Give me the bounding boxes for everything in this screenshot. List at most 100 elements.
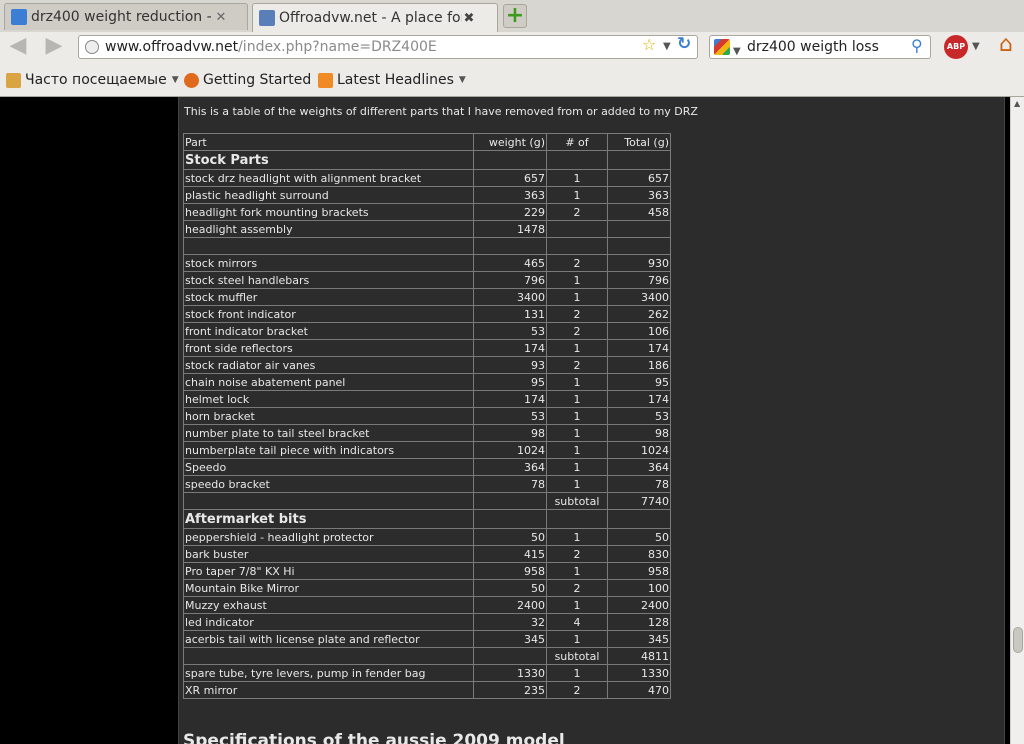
- bookmark-getting-started[interactable]: Getting Started: [184, 72, 311, 88]
- history-dropdown-icon[interactable]: ▼: [663, 41, 671, 52]
- total-cell: 95: [607, 373, 671, 391]
- part-cell: front side reflectors: [183, 339, 474, 357]
- table-header-row: Part weight (g) # of Total (g): [183, 133, 671, 151]
- table-row: Speedo 364 1 364: [183, 458, 671, 476]
- count-cell: subtotal: [546, 492, 608, 510]
- table-row: stock drz headlight with alignment brack…: [183, 169, 671, 187]
- bookmark-star-icon[interactable]: ☆: [642, 35, 656, 54]
- table-row: number plate to tail steel bracket 98 1 98: [183, 424, 671, 442]
- weight-cell: 3400: [473, 288, 547, 306]
- section-header-row: Stock Parts: [183, 150, 671, 170]
- total-cell: 262: [607, 305, 671, 323]
- bookmark-label: Latest Headlines: [337, 72, 454, 88]
- table-row: front indicator bracket 53 2 106: [183, 322, 671, 340]
- part-cell: acerbis tail with license plate and refl…: [183, 630, 474, 648]
- back-icon[interactable]: ◀: [6, 35, 30, 58]
- scroll-up-icon[interactable]: ▲: [1014, 99, 1020, 108]
- count-cell: 2: [546, 203, 608, 221]
- chevron-down-icon: ▼: [458, 75, 466, 85]
- search-icon[interactable]: ⚲: [911, 36, 931, 56]
- home-icon[interactable]: ⌂: [994, 34, 1018, 58]
- part-cell: Part: [183, 133, 474, 151]
- table-row: subtotal 4811: [183, 647, 671, 665]
- search-input[interactable]: ▼ drz400 weigth loss: [709, 35, 931, 59]
- rss-icon: [318, 72, 333, 88]
- table-row: front side reflectors 174 1 174: [183, 339, 671, 357]
- part-cell: Aftermarket bits: [183, 509, 474, 529]
- table-row: stock mirrors 465 2 930: [183, 254, 671, 272]
- vertical-scrollbar[interactable]: ▲: [1010, 97, 1024, 744]
- total-cell: 930: [607, 254, 671, 272]
- globe-icon: [85, 40, 99, 54]
- table-row: led indicator 32 4 128: [183, 613, 671, 631]
- weight-cell: 50: [473, 528, 547, 546]
- count-cell: 1: [546, 441, 608, 459]
- table-row: helmet lock 174 1 174: [183, 390, 671, 408]
- weight-cell: 2400: [473, 596, 547, 614]
- total-cell: 1330: [607, 664, 671, 682]
- bookmark-latest-headlines[interactable]: Latest Headlines ▼: [318, 72, 466, 88]
- count-cell: 1: [546, 339, 608, 357]
- table-row: XR mirror 235 2 470: [183, 681, 671, 699]
- close-icon[interactable]: ✕: [214, 10, 228, 25]
- forward-icon[interactable]: ▶: [42, 35, 66, 58]
- part-cell: chain noise abatement panel: [183, 373, 474, 391]
- part-cell: [183, 647, 474, 665]
- total-cell: 53: [607, 407, 671, 425]
- weight-cell: 657: [473, 169, 547, 187]
- new-tab-button[interactable]: +: [503, 4, 527, 28]
- table-row: acerbis tail with license plate and refl…: [183, 630, 671, 648]
- adblock-icon[interactable]: ABP: [944, 35, 968, 59]
- weight-cell: 415: [473, 545, 547, 563]
- reload-icon[interactable]: ↻: [677, 34, 691, 54]
- bookmark-most-visited[interactable]: Часто посещаемые ▼: [6, 72, 179, 88]
- intro-text: This is a table of the weights of differ…: [184, 105, 698, 118]
- count-cell: 1: [546, 169, 608, 187]
- section-header-row: Aftermarket bits: [183, 509, 671, 529]
- table-row: headlight fork mounting brackets 229 2 458: [183, 203, 671, 221]
- weight-cell: 78: [473, 475, 547, 493]
- count-cell: 1: [546, 186, 608, 204]
- weight-cell: [473, 237, 547, 255]
- weight-cell: 958: [473, 562, 547, 580]
- weight-cell: [473, 509, 547, 529]
- weight-cell: [473, 150, 547, 170]
- part-cell: plastic headlight surround: [183, 186, 474, 204]
- part-cell: stock steel handlebars: [183, 271, 474, 289]
- google-icon: [11, 9, 27, 25]
- part-cell: Stock Parts: [183, 150, 474, 170]
- weight-cell: weight (g): [473, 133, 547, 151]
- part-cell: headlight assembly: [183, 220, 474, 238]
- part-cell: stock drz headlight with alignment brack…: [183, 169, 474, 187]
- adblock-dropdown-icon[interactable]: ▼: [972, 41, 980, 52]
- weight-cell: 98: [473, 424, 547, 442]
- part-cell: Mountain Bike Mirror: [183, 579, 474, 597]
- count-cell: 1: [546, 373, 608, 391]
- total-cell: 958: [607, 562, 671, 580]
- close-icon[interactable]: ✖: [462, 11, 476, 26]
- part-cell: Pro taper 7/8" KX Hi: [183, 562, 474, 580]
- url-bar[interactable]: www.offroadvw.net/index.php?name=DRZ400E: [78, 35, 698, 59]
- tab-offroadvw[interactable]: Offroadvw.net - A place for … ✖: [252, 3, 498, 32]
- search-value: drz400 weigth loss: [747, 39, 879, 55]
- count-cell: 2: [546, 305, 608, 323]
- count-cell: 1: [546, 562, 608, 580]
- table-row: Mountain Bike Mirror 50 2 100: [183, 579, 671, 597]
- count-cell: [546, 220, 608, 238]
- part-cell: spare tube, tyre levers, pump in fender …: [183, 664, 474, 682]
- total-cell: 364: [607, 458, 671, 476]
- weight-cell: 363: [473, 186, 547, 204]
- count-cell: 1: [546, 288, 608, 306]
- weight-cell: 345: [473, 630, 547, 648]
- count-cell: 2: [546, 254, 608, 272]
- total-cell: 98: [607, 424, 671, 442]
- count-cell: 4: [546, 613, 608, 631]
- weight-cell: 93: [473, 356, 547, 374]
- scrollbar-thumb[interactable]: [1013, 627, 1023, 653]
- search-engine-icon[interactable]: [714, 39, 730, 55]
- part-cell: stock muffler: [183, 288, 474, 306]
- tab-drz400-search[interactable]: drz400 weight reduction - G… ✕: [4, 3, 248, 30]
- tab-strip: drz400 weight reduction - G… ✕ Offroadvw…: [0, 0, 1024, 32]
- weight-cell: 1478: [473, 220, 547, 238]
- part-cell: speedo bracket: [183, 475, 474, 493]
